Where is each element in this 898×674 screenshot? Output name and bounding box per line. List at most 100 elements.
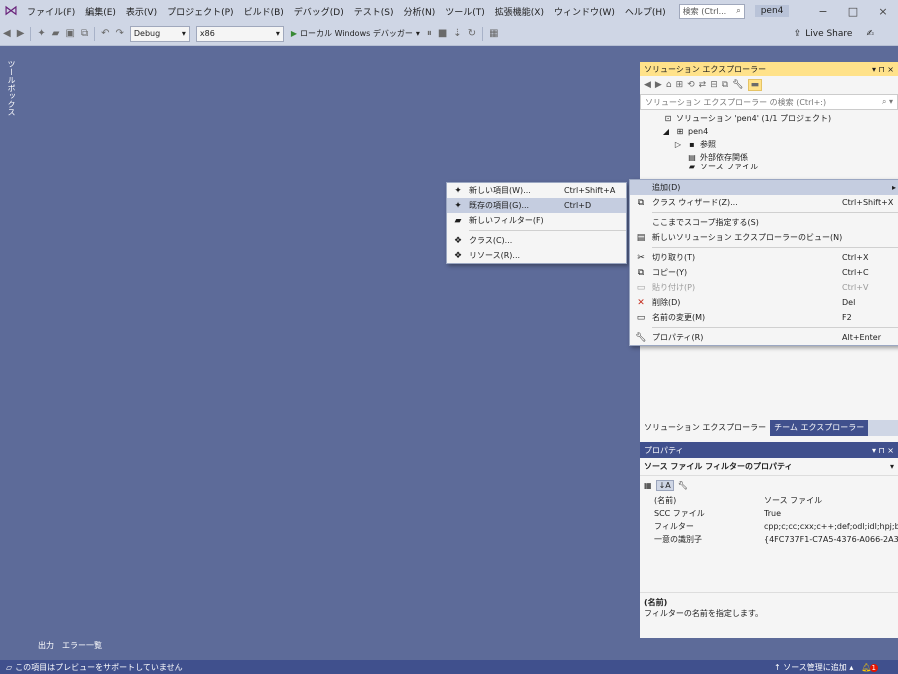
menu-item[interactable]: ▭ 貼り付け(P) Ctrl+V	[630, 280, 898, 295]
property-row[interactable]: (名前) ソース ファイル	[640, 494, 898, 507]
property-row[interactable]: 一意の識別子 {4FC737F1-C7A5-4376-A066-2A3	[640, 533, 898, 546]
notification-bell-icon[interactable]: 🔔︎1	[861, 663, 878, 672]
feedback-icon[interactable]: ✍	[866, 29, 874, 39]
new-view-icon: ▤	[636, 232, 646, 243]
menu-item[interactable]: 🔧︎ プロパティ(R) Alt+Enter	[630, 330, 898, 345]
open-icon[interactable]: ▰	[49, 28, 63, 39]
minimize-button[interactable]: −	[808, 5, 838, 18]
menu-item[interactable]: ⧉ コピー(Y) Ctrl+C	[630, 265, 898, 280]
solution-search-input[interactable]: ソリューション エクスプローラー の検索 (Ctrl+:) ⌕ ▾	[640, 94, 898, 110]
play-icon: ▶	[290, 29, 298, 38]
switch-views-icon[interactable]: ⊞	[676, 80, 684, 90]
menu-item[interactable]: ファイル(F)	[22, 5, 80, 18]
alphabetical-icon[interactable]: ↓A	[655, 479, 674, 491]
maximize-button[interactable]: □	[838, 5, 868, 18]
toolbox-tab[interactable]: ツールボックス	[6, 60, 17, 116]
tree-item[interactable]: ▤ 外部依存関係	[640, 151, 898, 164]
preview-icon[interactable]: ▬	[747, 79, 763, 91]
menu-item-label: 新しいフィルター(F)	[469, 216, 544, 225]
menu-item[interactable]: プロジェクト(P)	[162, 5, 238, 18]
menu-item-shortcut: Del	[842, 298, 856, 307]
menu-item[interactable]: ここまでスコープ指定する(S)	[630, 215, 898, 230]
collapse-icon[interactable]: ⊟	[710, 80, 718, 90]
tree-item[interactable]: ◢ ⊞ pen4	[640, 125, 898, 138]
menu-item[interactable]: 表示(V)	[121, 5, 162, 18]
new-project-icon[interactable]: ✦	[34, 28, 48, 39]
debug-target-icon[interactable]: ▦	[486, 28, 501, 39]
menu-item[interactable]: 編集(E)	[80, 5, 121, 18]
live-share-button[interactable]: ⇪ Live Share ✍	[794, 29, 898, 39]
toolbar: ◀ ▶ ✦ ▰ ▣ ⧉ ↶ ↷ Debug ▾ x86 ▾ ▶ ローカル Win…	[0, 22, 898, 46]
tab-team-explorer[interactable]: チーム エクスプローラー	[770, 420, 869, 436]
toolbox-strip	[0, 46, 20, 654]
menu-item[interactable]: ✂ 切り取り(T) Ctrl+X	[630, 250, 898, 265]
tab-output[interactable]: 出力	[38, 640, 54, 654]
menu-item[interactable]: ✦ 既存の項目(G)... Ctrl+D	[447, 198, 626, 213]
panel-controls[interactable]: ▾ ⊓ ×	[872, 446, 894, 455]
menu-item[interactable]: ✕ 削除(D) Del	[630, 295, 898, 310]
back-icon[interactable]: ◀	[0, 28, 14, 39]
start-debugger-button[interactable]: ▶ ローカル Windows デバッガー ▾	[287, 28, 424, 39]
sync-icon[interactable]: ⇄	[699, 80, 707, 90]
forward-icon[interactable]: ▶	[14, 28, 28, 39]
stop-icon[interactable]: ■	[435, 28, 450, 39]
property-value[interactable]: True	[764, 509, 898, 518]
tree-item[interactable]: ⊡ ソリューション 'pen4' (1/1 プロジェクト)	[640, 112, 898, 125]
property-row[interactable]: フィルター cpp;c;cc;cxx;c++;def;odl;idl;hpj;b	[640, 520, 898, 533]
menu-item[interactable]: ✦ 新しい項目(W)... Ctrl+Shift+A	[447, 183, 626, 198]
back-icon[interactable]: ◀	[644, 80, 651, 90]
menu-item[interactable]: ▤ 新しいソリューション エクスプローラーのビュー(N)	[630, 230, 898, 245]
property-key: (名前)	[654, 496, 677, 505]
search-placeholder: 検索 (Ctrl...	[682, 6, 727, 16]
collapsed-arrow-icon[interactable]: ▷	[672, 140, 684, 149]
tree-item[interactable]: ▷ ▪ 参照	[640, 138, 898, 151]
visual-studio-logo-icon: ⋈	[4, 3, 18, 19]
menu-item[interactable]: デバッグ(D)	[289, 5, 349, 18]
panel-controls[interactable]: ▾ ⊓ ×	[872, 65, 894, 74]
wrench-icon[interactable]: 🔧︎	[732, 80, 743, 90]
menu-item[interactable]: 分析(N)	[398, 5, 440, 18]
save-icon[interactable]: ▣	[63, 28, 78, 39]
menu-item[interactable]: ツール(T)	[440, 5, 490, 18]
tab-solution-explorer[interactable]: ソリューション エクスプローラー	[640, 420, 771, 436]
home-icon[interactable]: ⌂	[666, 80, 672, 90]
menu-item[interactable]: 追加(D) ▸	[630, 180, 898, 195]
property-value[interactable]: cpp;c;cc;cxx;c++;def;odl;idl;hpj;b	[764, 522, 898, 531]
menu-item[interactable]: ヘルプ(H)	[620, 5, 671, 18]
undo-icon[interactable]: ↶	[98, 28, 112, 39]
menu-item[interactable]: ビルド(B)	[239, 5, 289, 18]
search-input[interactable]: 検索 (Ctrl... ⌕	[678, 3, 745, 19]
menu-item[interactable]: ▭ 名前の変更(M) F2	[630, 310, 898, 325]
menu-item[interactable]: ウィンドウ(W)	[549, 5, 620, 18]
tab-error-list[interactable]: エラー一覧	[62, 640, 102, 654]
notification-count: 1	[869, 663, 878, 672]
property-row[interactable]: SCC ファイル True	[640, 507, 898, 520]
property-value[interactable]: {4FC737F1-C7A5-4376-A066-2A3	[764, 535, 898, 544]
save-all-icon[interactable]: ⧉	[78, 28, 91, 39]
wrench-icon[interactable]: 🔧︎	[678, 481, 688, 490]
refresh-icon[interactable]: ↻	[465, 28, 479, 39]
close-button[interactable]: ×	[868, 5, 898, 18]
pause-icon[interactable]: ⏸	[424, 28, 435, 39]
redo-icon[interactable]: ↷	[112, 28, 126, 39]
expanded-arrow-icon[interactable]: ◢	[660, 127, 672, 136]
platform-select[interactable]: x86 ▾	[195, 25, 284, 42]
menu-item[interactable]: ⧉ クラス ウィザード(Z)... Ctrl+Shift+X	[630, 195, 898, 210]
source-control-button[interactable]: ↑ ソース管理に追加 ▴	[774, 662, 853, 673]
step-icon[interactable]: ⇣	[450, 28, 464, 39]
menu-item[interactable]: 拡張機能(X)	[490, 5, 549, 18]
menu-item-shortcut: Ctrl+D	[564, 201, 592, 210]
configuration-select[interactable]: Debug ▾	[129, 25, 190, 42]
show-all-icon[interactable]: ⧉	[722, 80, 728, 90]
tree-item[interactable]: ▰ ソース ファイル	[640, 164, 898, 169]
property-value[interactable]: ソース ファイル	[764, 495, 898, 506]
menu-item[interactable]: ❖ リソース(R)...	[447, 248, 626, 263]
menu-item[interactable]: ▰ 新しいフィルター(F)	[447, 213, 626, 228]
menu-item[interactable]: ❖ クラス(C)...	[447, 233, 626, 248]
history-icon[interactable]: ⟲	[687, 80, 695, 90]
categorized-icon[interactable]: ▦	[644, 481, 652, 490]
menu-item[interactable]: テスト(S)	[349, 5, 399, 18]
forward-icon[interactable]: ▶	[655, 80, 662, 90]
solution-tree: ⊡ ソリューション 'pen4' (1/1 プロジェクト) ◢ ⊞ pen4 ▷ ▪ 参照 ▤ 外…	[640, 112, 898, 169]
properties-object-select[interactable]: ソース ファイル フィルターのプロパティ ▾	[640, 458, 898, 476]
